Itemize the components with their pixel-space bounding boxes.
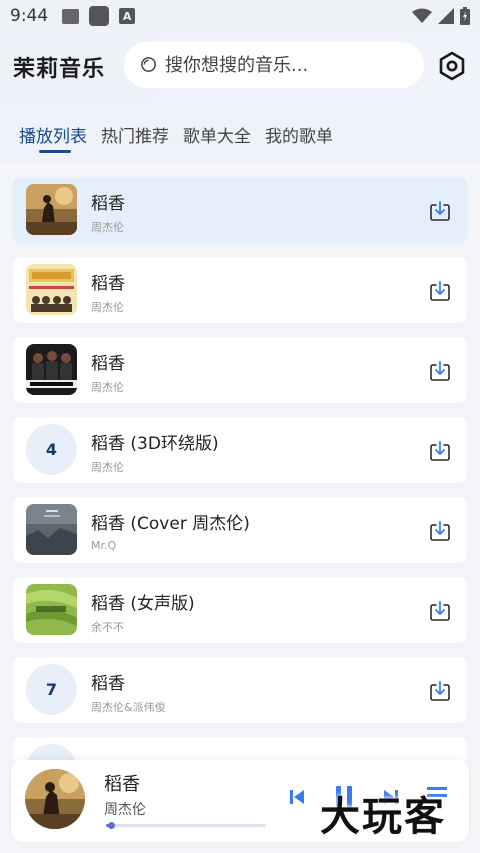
status-bar: 9:44 A xyxy=(0,0,480,32)
tab-hot-recommend[interactable]: 热门推荐 xyxy=(101,102,169,162)
cellular-signal-icon xyxy=(438,8,454,24)
song-artist: 余不不 xyxy=(91,621,124,634)
song-number: 7 xyxy=(26,664,77,715)
watermark: 大玩客 xyxy=(320,794,446,840)
song-artist: 周杰伦&派伟俊 xyxy=(91,701,166,714)
song-title: 稻香 (Cover 周杰伦) xyxy=(91,514,250,534)
download-icon[interactable] xyxy=(429,280,451,302)
progress-handle[interactable] xyxy=(107,822,115,829)
app-notification-icon xyxy=(89,6,110,26)
song-number: 4 xyxy=(26,424,77,475)
wifi-icon xyxy=(412,8,432,23)
app-header: 茉莉音乐 xyxy=(0,32,480,102)
search-input[interactable] xyxy=(165,54,405,76)
gallery-notification-icon xyxy=(62,8,80,24)
song-cover xyxy=(26,504,77,555)
song-artist: 周杰伦 xyxy=(91,221,124,234)
song-title: 稻香 xyxy=(91,274,125,294)
song-artist: Mr.Q xyxy=(91,539,117,552)
tab-my-playlists[interactable]: 我的歌单 xyxy=(265,102,333,162)
song-title: 稻香 xyxy=(91,354,125,374)
download-icon[interactable] xyxy=(429,200,451,222)
player-song-artist: 周杰伦 xyxy=(104,802,146,818)
song-artist: 周杰伦 xyxy=(91,381,124,394)
status-time: 9:44 xyxy=(10,6,49,26)
song-title: 稻香 (女声版) xyxy=(91,594,195,614)
song-artist: 周杰伦 xyxy=(91,461,124,474)
song-cover xyxy=(26,264,77,315)
download-icon[interactable] xyxy=(429,680,451,702)
song-row[interactable]: 7 稻香 周杰伦&派伟俊 xyxy=(13,657,467,723)
tab-playlist[interactable]: 播放列表 xyxy=(19,102,87,162)
text-notification-icon: A xyxy=(119,8,136,24)
search-box[interactable] xyxy=(124,42,424,88)
download-icon[interactable] xyxy=(429,360,451,382)
song-title: 稻香 (3D环绕版) xyxy=(91,434,219,454)
song-row[interactable]: 稻香 (女声版) 余不不 xyxy=(13,577,467,643)
song-list: 稻香 周杰伦 稻香 周杰伦 稻香 周杰伦 4 稻香 (3D环绕版) 周杰伦 稻香… xyxy=(0,162,480,762)
previous-icon[interactable] xyxy=(289,788,305,806)
tab-bar: 播放列表 热门推荐 歌单大全 我的歌单 xyxy=(0,102,480,162)
search-icon xyxy=(141,56,156,72)
song-row[interactable]: 稻香 周杰伦 xyxy=(13,177,467,243)
song-row[interactable]: 稻香 周杰伦 xyxy=(13,337,467,403)
song-artist: 周杰伦 xyxy=(91,301,124,314)
song-title: 稻香 xyxy=(91,674,125,694)
download-icon[interactable] xyxy=(429,440,451,462)
app-title: 茉莉音乐 xyxy=(13,57,106,82)
player-cover[interactable] xyxy=(25,769,85,829)
download-icon[interactable] xyxy=(429,520,451,542)
settings-icon[interactable] xyxy=(436,50,468,82)
battery-charging-icon xyxy=(460,7,470,25)
player-song-title: 稻香 xyxy=(104,774,140,795)
song-cover xyxy=(26,184,77,235)
song-cover xyxy=(26,584,77,635)
song-row[interactable]: 稻香 (Cover 周杰伦) Mr.Q xyxy=(13,497,467,563)
progress-bar[interactable] xyxy=(106,822,266,829)
song-row[interactable]: 稻香 周杰伦 xyxy=(13,257,467,323)
download-icon[interactable] xyxy=(429,600,451,622)
song-row[interactable]: 4 稻香 (3D环绕版) 周杰伦 xyxy=(13,417,467,483)
song-cover xyxy=(26,344,77,395)
tab-all-playlists[interactable]: 歌单大全 xyxy=(183,102,251,162)
song-title: 稻香 xyxy=(91,194,125,214)
song-row-partial[interactable] xyxy=(13,737,467,762)
